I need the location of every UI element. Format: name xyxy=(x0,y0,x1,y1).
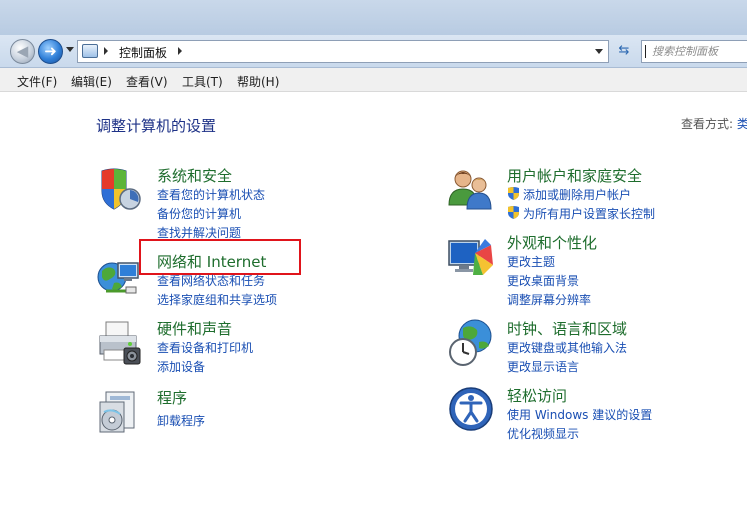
category-appearance[interactable]: 外观和个性化 xyxy=(507,232,597,253)
menu-help[interactable]: 帮助(H) xyxy=(237,73,279,90)
link-parental-controls[interactable]: 为所有用户设置家长控制 xyxy=(523,205,655,222)
appearance-icon[interactable] xyxy=(447,235,495,283)
breadcrumb-control-panel[interactable]: 控制面板 xyxy=(119,44,167,61)
link-devices-printers[interactable]: 查看设备和打印机 xyxy=(157,339,253,356)
link-change-keyboard-input[interactable]: 更改键盘或其他输入法 xyxy=(507,339,627,356)
search-input[interactable]: 搜索控制面板 xyxy=(641,40,747,63)
breadcrumb-arrow-icon[interactable] xyxy=(104,47,108,55)
forward-button[interactable]: ➜ xyxy=(38,39,63,64)
category-ease-of-access[interactable]: 轻松访问 xyxy=(507,385,567,406)
view-by-label: 查看方式: 类 xyxy=(681,115,747,132)
category-clock-language-region[interactable]: 时钟、语言和区域 xyxy=(507,318,627,339)
users-icon[interactable] xyxy=(447,165,495,213)
menu-file[interactable]: 文件(F) xyxy=(17,73,57,90)
view-by-text: 查看方式: xyxy=(681,117,734,131)
window-title-bar xyxy=(0,0,747,35)
control-panel-icon xyxy=(82,44,98,58)
uac-shield-icon xyxy=(508,187,519,200)
link-change-desktop-background[interactable]: 更改桌面背景 xyxy=(507,272,579,289)
ease-of-access-icon[interactable] xyxy=(447,385,495,433)
uac-shield-icon xyxy=(508,206,519,219)
breadcrumb-arrow-icon[interactable] xyxy=(178,47,182,55)
link-network-status[interactable]: 查看网络状态和任务 xyxy=(157,272,265,289)
link-windows-recommended-settings[interactable]: 使用 Windows 建议的设置 xyxy=(507,406,652,423)
menu-bar: 文件(F) 编辑(E) 查看(V) 工具(T) 帮助(H) xyxy=(0,68,747,92)
shield-icon[interactable] xyxy=(96,165,144,213)
menu-view[interactable]: 查看(V) xyxy=(126,73,168,90)
link-homegroup-sharing[interactable]: 选择家庭组和共享选项 xyxy=(157,291,277,308)
recent-pages-dropdown-icon[interactable] xyxy=(66,47,74,52)
category-network-internet[interactable]: 网络和 Internet xyxy=(157,251,266,272)
page-title: 调整计算机的设置 xyxy=(96,117,217,135)
link-uninstall-program[interactable]: 卸载程序 xyxy=(157,412,205,429)
menu-tools[interactable]: 工具(T) xyxy=(182,73,223,90)
printer-icon[interactable] xyxy=(96,320,144,368)
refresh-icon[interactable]: ⇆ xyxy=(611,40,637,63)
address-dropdown-icon[interactable] xyxy=(595,49,603,54)
category-system-security[interactable]: 系统和安全 xyxy=(157,165,232,186)
address-bar[interactable]: 控制面板 xyxy=(77,40,609,63)
link-optimize-video-display[interactable]: 优化视频显示 xyxy=(507,425,579,442)
link-view-computer-status[interactable]: 查看您的计算机状态 xyxy=(157,186,265,203)
link-add-remove-accounts[interactable]: 添加或删除用户帐户 xyxy=(523,186,631,203)
category-user-accounts[interactable]: 用户帐户和家庭安全 xyxy=(507,165,642,186)
link-adjust-resolution[interactable]: 调整屏幕分辨率 xyxy=(507,291,591,308)
link-change-theme[interactable]: 更改主题 xyxy=(507,253,555,270)
programs-icon[interactable] xyxy=(96,388,144,436)
clock-globe-icon[interactable] xyxy=(447,318,495,368)
menu-edit[interactable]: 编辑(E) xyxy=(71,73,112,90)
back-button[interactable]: ◀ xyxy=(10,39,35,64)
link-add-device[interactable]: 添加设备 xyxy=(157,358,205,375)
category-hardware-sound[interactable]: 硬件和声音 xyxy=(157,318,232,339)
link-backup-computer[interactable]: 备份您的计算机 xyxy=(157,205,241,222)
network-icon[interactable] xyxy=(96,253,144,301)
view-by-dropdown[interactable]: 类 xyxy=(737,117,747,131)
link-change-display-language[interactable]: 更改显示语言 xyxy=(507,358,579,375)
category-programs[interactable]: 程序 xyxy=(157,387,187,408)
navigation-bar: ◀ ➜ 控制面板 ⇆ 搜索控制面板 xyxy=(0,35,747,68)
